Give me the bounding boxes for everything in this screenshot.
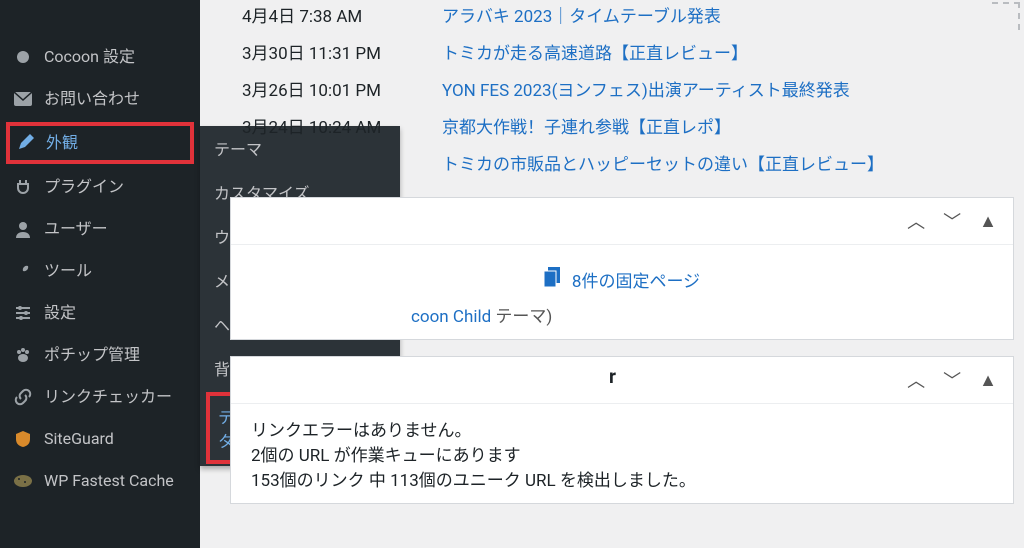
panel-header: ︿ ﹀ ▲ xyxy=(231,198,1013,245)
wrench-icon xyxy=(12,260,34,282)
collapse-triangle-icon[interactable]: ▲ xyxy=(979,370,997,391)
post-row: トミカの市販品とハッピーセットの違い【正直レビュー】 xyxy=(220,148,1014,185)
sidebar-item-label: ツール xyxy=(44,261,188,282)
sidebar-item-siteguard[interactable]: SiteGuard xyxy=(0,418,200,460)
user-icon xyxy=(12,218,34,240)
cheetah-icon xyxy=(12,470,34,492)
post-row: 4月4日 7:38 AM アラバキ 2023｜タイムテーブル発表 xyxy=(220,0,1014,37)
sidebar-item-label: WP Fastest Cache xyxy=(44,471,188,492)
plug-icon xyxy=(12,176,34,198)
sidebar-item-label: お問い合わせ xyxy=(44,89,188,110)
sidebar-item-plugins[interactable]: プラグイン xyxy=(0,166,200,208)
admin-sidebar: Cocoon 設定 お問い合わせ 外観 プラグイン ユーザー ツール xyxy=(0,0,200,548)
link-icon xyxy=(12,386,34,408)
pages-icon xyxy=(544,267,562,292)
post-date: 3月24日 10:24 AM xyxy=(242,113,442,138)
brush-icon xyxy=(14,132,36,154)
sidebar-item-label: Cocoon 設定 xyxy=(44,47,188,68)
theme-suffix: テーマ) xyxy=(491,307,552,327)
panel-title-fragment: r xyxy=(609,365,616,388)
theme-line: coon Child テーマ) xyxy=(411,302,993,327)
sidebar-item-users[interactable]: ユーザー xyxy=(0,208,200,250)
panel-header: ︿ ﹀ ▲ xyxy=(231,357,1013,404)
sidebar-item-contact[interactable]: お問い合わせ xyxy=(0,78,200,120)
chevron-up-icon[interactable]: ︿ xyxy=(907,367,925,393)
post-link[interactable]: YON FES 2023(ヨンフェス)出演アーティスト最終発表 xyxy=(442,76,850,101)
linkchecker-line: 153個のリンク 中 113個のユニーク URL を検出しました。 xyxy=(251,466,993,491)
sidebar-item-label: SiteGuard xyxy=(44,429,188,450)
post-date: 4月4日 7:38 AM xyxy=(242,2,442,27)
sidebar-item-label: 外観 xyxy=(46,133,186,154)
crop-marks-icon xyxy=(992,2,1020,30)
post-date: 3月30日 11:31 PM xyxy=(242,39,442,64)
fixed-pages-link[interactable]: 8件の固定ページ xyxy=(251,257,993,302)
sidebar-item-tools[interactable]: ツール xyxy=(0,250,200,292)
circle-icon xyxy=(12,46,34,68)
chevron-down-icon[interactable]: ﹀ xyxy=(943,367,961,393)
post-row: 3月30日 11:31 PM トミカが走る高速道路【正直レビュー】 xyxy=(220,37,1014,74)
sidebar-item-label: プラグイン xyxy=(44,177,188,198)
post-link[interactable]: 京都大作戦！子連れ参戦【正直レポ】 xyxy=(442,113,731,138)
main-content: 4月4日 7:38 AM アラバキ 2023｜タイムテーブル発表 3月30日 1… xyxy=(200,0,1024,548)
chevron-down-icon[interactable]: ﹀ xyxy=(943,208,961,234)
post-link[interactable]: トミカが走る高速道路【正直レビュー】 xyxy=(442,39,748,64)
post-date xyxy=(242,150,442,175)
sidebar-item-linkchecker[interactable]: リンクチェッカー xyxy=(0,376,200,418)
chevron-up-icon[interactable]: ︿ xyxy=(907,208,925,234)
sidebar-item-cocoon[interactable]: Cocoon 設定 xyxy=(0,36,200,78)
sidebar-item-wpfc[interactable]: WP Fastest Cache xyxy=(0,460,200,502)
linkchecker-line: 2個の URL が作業キューにあります xyxy=(251,441,993,466)
theme-link[interactable]: coon Child xyxy=(411,307,491,327)
post-link[interactable]: トミカの市販品とハッピーセットの違い【正直レビュー】 xyxy=(442,150,884,175)
sidebar-item-label: 設定 xyxy=(44,303,188,324)
sidebar-item-label: ポチップ管理 xyxy=(44,345,188,366)
mail-icon xyxy=(12,88,34,110)
panel-fixed-pages: ︿ ﹀ ▲ 8件の固定ページ coon Child テーマ) xyxy=(230,197,1014,340)
sliders-icon xyxy=(12,302,34,324)
recent-posts-list: 4月4日 7:38 AM アラバキ 2023｜タイムテーブル発表 3月30日 1… xyxy=(220,0,1014,185)
paw-icon xyxy=(12,344,34,366)
post-link[interactable]: アラバキ 2023｜タイムテーブル発表 xyxy=(442,2,721,27)
panel-body: リンクエラーはありません。 2個の URL が作業キューにあります 153個のリ… xyxy=(231,404,1013,503)
sidebar-item-label: ユーザー xyxy=(44,219,188,240)
fixed-pages-label: 8件の固定ページ xyxy=(572,267,700,292)
shield-icon xyxy=(12,428,34,450)
panel-link-checker: r ︿ ﹀ ▲ リンクエラーはありません。 2個の URL が作業キューにありま… xyxy=(230,356,1014,504)
sidebar-item-settings[interactable]: 設定 xyxy=(0,292,200,334)
sidebar-item-pochipp[interactable]: ポチップ管理 xyxy=(0,334,200,376)
panel-body: 8件の固定ページ coon Child テーマ) xyxy=(231,245,1013,339)
collapse-triangle-icon[interactable]: ▲ xyxy=(979,211,997,232)
sidebar-item-label: リンクチェッカー xyxy=(44,387,188,408)
linkchecker-line: リンクエラーはありません。 xyxy=(251,416,993,441)
post-row: 3月26日 10:01 PM YON FES 2023(ヨンフェス)出演アーティ… xyxy=(220,74,1014,111)
post-row: 3月24日 10:24 AM 京都大作戦！子連れ参戦【正直レポ】 xyxy=(220,111,1014,148)
post-date: 3月26日 10:01 PM xyxy=(242,76,442,101)
highlight-box-appearance: 外観 xyxy=(6,122,194,164)
sidebar-item-appearance[interactable]: 外観 xyxy=(14,132,186,154)
